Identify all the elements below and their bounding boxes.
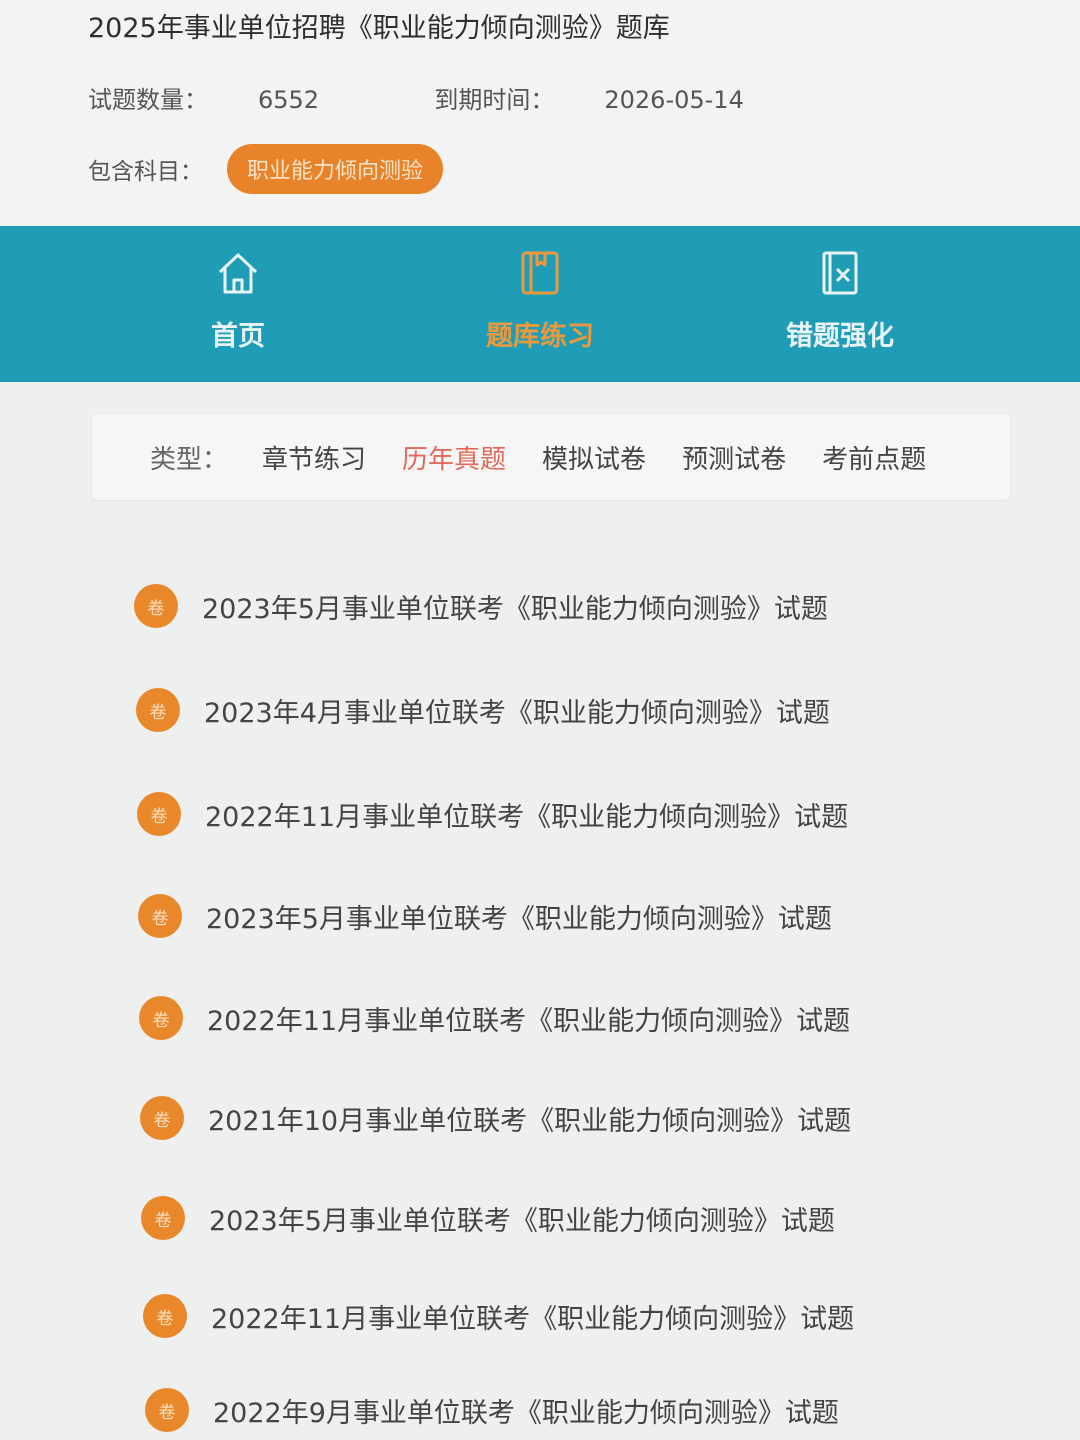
paper-badge: 卷: [137, 792, 181, 836]
subjects-row: 包含科目： 职业能力倾向测验: [88, 143, 444, 195]
list-item[interactable]: 卷 2022年11月事业单位联考《职业能力倾向测验》试题: [143, 1286, 854, 1346]
paper-badge: 卷: [141, 1196, 185, 1240]
list-item[interactable]: 卷 2022年11月事业单位联考《职业能力倾向测验》试题: [137, 784, 848, 844]
paper-title: 2023年5月事业单位联考《职业能力倾向测验》试题: [202, 593, 828, 625]
type-filter: 类型： 章节练习 历年真题 模拟试卷 预测试卷 考前点题: [92, 414, 1010, 500]
paper-title: 2022年11月事业单位联考《职业能力倾向测验》试题: [205, 801, 849, 833]
paper-badge: 卷: [143, 1294, 187, 1338]
list-item[interactable]: 卷 2021年10月事业单位联考《职业能力倾向测验》试题: [140, 1088, 851, 1148]
nav-home-label: 首页: [211, 321, 265, 352]
main-nav: 首页 题库练习 错题强化: [0, 226, 1080, 382]
paper-title: 2022年9月事业单位联考《职业能力倾向测验》试题: [213, 1397, 839, 1429]
filter-mock-papers[interactable]: 模拟试卷: [542, 439, 646, 476]
paper-title: 2023年5月事业单位联考《职业能力倾向测验》试题: [206, 903, 832, 935]
nav-home[interactable]: 首页: [138, 248, 338, 366]
question-count-label: 试题数量：: [88, 86, 208, 114]
page-title: 2025年事业单位招聘《职业能力倾向测验》题库: [88, 13, 670, 44]
paper-title: 2023年4月事业单位联考《职业能力倾向测验》试题: [204, 697, 830, 729]
paper-badge: 卷: [134, 584, 178, 628]
expiry-label: 到期时间：: [434, 86, 555, 114]
nav-wrong-questions-label: 错题强化: [786, 321, 894, 352]
expiry-date: 2026-05-14: [604, 86, 744, 114]
paper-title: 2021年10月事业单位联考《职业能力倾向测验》试题: [208, 1105, 852, 1137]
bank-meta: 试题数量： 6552 到期时间： 2026-05-14: [88, 80, 744, 115]
nav-wrong-questions[interactable]: 错题强化: [740, 248, 940, 366]
list-item[interactable]: 卷 2023年5月事业单位联考《职业能力倾向测验》试题: [134, 576, 828, 636]
wrong-answer-icon: [817, 248, 863, 298]
subject-tag[interactable]: 职业能力倾向测验: [227, 144, 444, 194]
paper-title: 2022年11月事业单位联考《职业能力倾向测验》试题: [207, 1005, 851, 1037]
home-icon: [215, 248, 261, 298]
filter-pre-exam-tips[interactable]: 考前点题: [822, 439, 926, 476]
list-item[interactable]: 卷 2022年9月事业单位联考《职业能力倾向测验》试题: [145, 1380, 839, 1440]
paper-badge: 卷: [138, 894, 182, 938]
bank-header: 2025年事业单位招聘《职业能力倾向测验》题库 试题数量： 6552 到期时间： 2…: [0, 0, 1080, 228]
type-filter-label: 类型：: [150, 444, 229, 475]
paper-title: 2023年5月事业单位联考《职业能力倾向测验》试题: [209, 1205, 835, 1237]
paper-badge: 卷: [140, 1096, 184, 1140]
paper-badge: 卷: [145, 1388, 189, 1432]
list-item[interactable]: 卷 2022年11月事业单位联考《职业能力倾向测验》试题: [139, 988, 850, 1048]
filter-chapter-practice[interactable]: 章节练习: [262, 439, 366, 476]
list-item[interactable]: 卷 2023年5月事业单位联考《职业能力倾向测验》试题: [138, 886, 832, 946]
paper-badge: 卷: [136, 688, 180, 732]
paper-title: 2022年11月事业单位联考《职业能力倾向测验》试题: [211, 1303, 855, 1335]
list-item[interactable]: 卷 2023年5月事业单位联考《职业能力倾向测验》试题: [141, 1188, 835, 1248]
list-item[interactable]: 卷 2023年4月事业单位联考《职业能力倾向测验》试题: [136, 680, 830, 740]
filter-predicted-papers[interactable]: 预测试卷: [682, 439, 786, 476]
book-icon: [517, 248, 563, 298]
nav-question-practice-label: 题库练习: [486, 321, 594, 352]
question-count: 6552: [258, 86, 320, 114]
paper-badge: 卷: [139, 996, 183, 1040]
filter-past-papers[interactable]: 历年真题: [402, 439, 506, 476]
subjects-label: 包含科目：: [88, 159, 203, 185]
nav-question-practice[interactable]: 题库练习: [440, 248, 640, 366]
